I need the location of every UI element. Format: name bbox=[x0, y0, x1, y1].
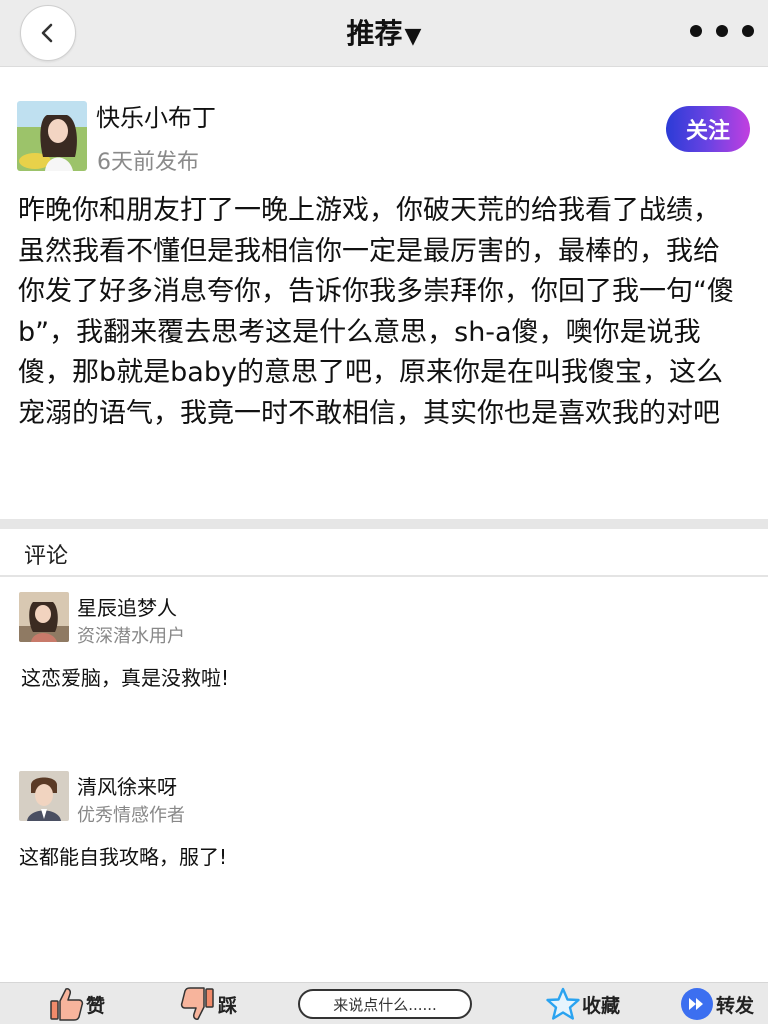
forward-icon bbox=[681, 988, 713, 1020]
star-icon bbox=[546, 987, 580, 1020]
top-bar: 推荐▼ bbox=[0, 0, 768, 67]
commenter-title: 优秀情感作者 bbox=[77, 805, 185, 826]
section-divider bbox=[0, 519, 768, 529]
author-name[interactable]: 快乐小布丁 bbox=[96, 98, 216, 133]
page-title: 推荐 bbox=[346, 17, 403, 50]
more-dot-icon bbox=[690, 25, 702, 37]
bottom-action-bar: 赞 踩 来说点什么...... 收藏 转发 bbox=[0, 982, 768, 1024]
commenter-name[interactable]: 清风徐来呀 bbox=[77, 771, 177, 800]
comments-divider bbox=[0, 575, 768, 577]
favorite-label: 收藏 bbox=[582, 994, 621, 1017]
thumbs-up-icon bbox=[50, 988, 84, 1021]
favorite-button[interactable]: 收藏 bbox=[546, 983, 620, 1024]
follow-button[interactable]: 关注 bbox=[666, 106, 750, 152]
dislike-label: 踩 bbox=[218, 994, 238, 1017]
dislike-button[interactable]: 踩 bbox=[180, 983, 237, 1024]
author-avatar[interactable] bbox=[17, 101, 87, 171]
comment-input[interactable]: 来说点什么...... bbox=[298, 989, 472, 1019]
comments-header: 评论 bbox=[24, 544, 69, 569]
more-dot-icon bbox=[742, 25, 754, 37]
like-button[interactable]: 赞 bbox=[48, 983, 105, 1024]
commenter-avatar[interactable] bbox=[19, 592, 69, 642]
commenter-avatar[interactable] bbox=[19, 771, 69, 821]
feed-selector[interactable]: 推荐▼ bbox=[0, 12, 768, 52]
comment-text: 这恋爱脑，真是没救啦! bbox=[21, 666, 230, 690]
share-label: 转发 bbox=[716, 994, 755, 1017]
comment-text: 这都能自我攻略，服了! bbox=[19, 845, 228, 869]
more-options-button[interactable] bbox=[690, 18, 754, 44]
more-dot-icon bbox=[716, 25, 728, 37]
like-label: 赞 bbox=[86, 994, 106, 1017]
commenter-title: 资深潜水用户 bbox=[77, 626, 185, 647]
dropdown-arrow-icon: ▼ bbox=[404, 24, 422, 49]
post-detail-page: 推荐▼ 快乐小布丁 6天前发布 关注 昨晚你和朋友打了一晚上游戏，你破天荒的给我… bbox=[0, 0, 768, 1024]
commenter-name[interactable]: 星辰追梦人 bbox=[77, 592, 177, 621]
post-content: 昨晚你和朋友打了一晚上游戏，你破天荒的给我看了战绩，虽然我看不懂但是我相信你一定… bbox=[18, 195, 734, 429]
share-button[interactable]: 转发 bbox=[680, 983, 754, 1024]
post-time: 6天前发布 bbox=[97, 150, 199, 175]
thumbs-down-icon bbox=[180, 987, 214, 1020]
